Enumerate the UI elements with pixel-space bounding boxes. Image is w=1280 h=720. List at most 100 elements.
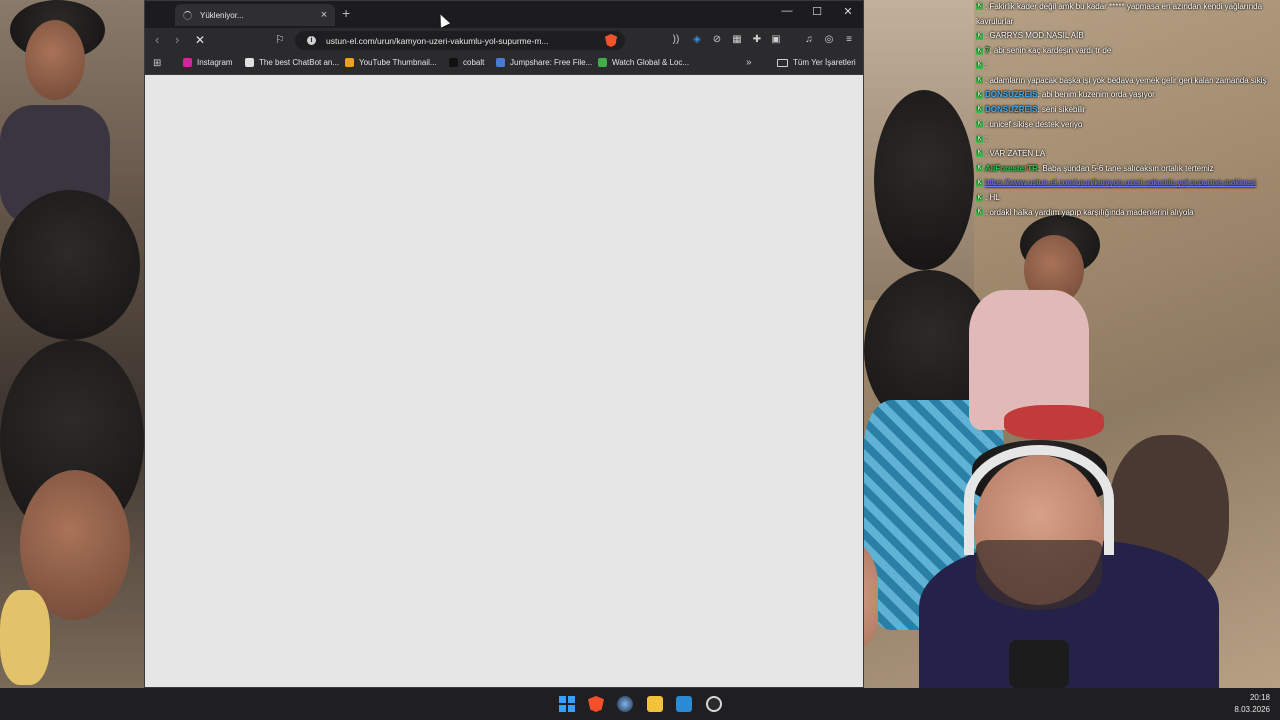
extensions-puzzle-icon[interactable]: ✚ (750, 34, 764, 45)
red-bowl (1004, 405, 1104, 440)
chat-text: : unicef sikişe destek veriyo (985, 119, 1083, 129)
jumpshare-icon (496, 58, 505, 67)
chat-message: K: (976, 132, 1276, 147)
chat-message: K 7: abi senin kaç kardeşin vardı tr de (976, 44, 1276, 59)
chat-message: K: HL (976, 191, 1276, 206)
steam-icon[interactable] (617, 696, 633, 712)
cobalt-icon (449, 58, 458, 67)
kick-badge-icon: K (976, 3, 983, 11)
twitch-tracker-icon (598, 58, 607, 67)
chat-username[interactable]: AliForesterTR (985, 164, 1038, 173)
translate-extension-icon[interactable]: ▦ (730, 34, 744, 45)
apps-grid-icon[interactable]: ⊞ (153, 58, 161, 69)
obs-icon[interactable] (706, 696, 722, 712)
yellow-cloth (0, 590, 50, 685)
chat-text: : (985, 134, 988, 144)
clock-date: 8.03.2026 (1234, 705, 1270, 714)
child-head (874, 90, 974, 270)
kick-badge-icon: K (976, 150, 983, 158)
child-face (25, 20, 85, 100)
chat-username[interactable]: DONSUZREIS (985, 105, 1037, 114)
start-button[interactable] (559, 696, 575, 712)
bookmarks-bar: ⊞ » Tüm Yer İşaretleri Instagram The best… (145, 53, 863, 75)
chat-text: : seni sikebilir (1037, 104, 1086, 114)
chat-message: K: VAR ZATEN LA (976, 147, 1276, 162)
kick-badge-icon: K (976, 106, 983, 114)
chat-text: : abi senin kaç kardeşin vardı tr de (989, 46, 1112, 56)
forward-button[interactable]: › (175, 32, 179, 47)
bookmark-page-icon[interactable]: ⚐ (275, 33, 285, 46)
vpn-extension-icon[interactable]: ◈ (690, 34, 704, 45)
kick-badge-icon: K (976, 165, 983, 173)
bookmark-item[interactable]: cobalt (449, 58, 484, 67)
minimize-button[interactable]: — (772, 5, 802, 17)
chat-message: K DONSUZREIS: seni sikebilir (976, 103, 1276, 118)
title-bar: Yükleniyor... × + — ☐ ✕ (145, 1, 863, 28)
all-bookmarks-button[interactable]: Tüm Yer İşaretleri (777, 58, 856, 67)
chat-message: K: unicef sikişe destek veriyo (976, 118, 1276, 133)
stop-loading-button[interactable]: ✕ (195, 33, 205, 47)
chat-text: : ordaki halka yardım yapıp karşılığında… (985, 207, 1194, 217)
bookmark-label: Jumpshare: Free File... (510, 58, 593, 67)
chat-message: K: Fakirlik kader değil amk bu kadar ***… (976, 0, 1276, 29)
chat-message: Khttps://www.ustun-el.com/urun/kamyon-uz… (976, 176, 1276, 191)
kick-badge-icon: K (976, 76, 983, 84)
screenshot-extension-icon[interactable]: ▣ (769, 34, 783, 45)
loading-spinner-icon (183, 10, 192, 20)
media-controls-icon[interactable]: ♫ (802, 34, 816, 45)
bookmark-label: The best ChatBot an... (259, 58, 340, 67)
kick-badge-icon: K (976, 194, 983, 202)
active-tab[interactable]: Yükleniyor... × (175, 4, 335, 26)
chat-message: K: (976, 59, 1276, 74)
kick-badge-icon: K (976, 135, 983, 143)
chat-username[interactable]: DONSUZREIS (985, 90, 1037, 99)
all-bookmarks-label: Tüm Yer İşaretleri (793, 58, 856, 67)
brave-vpn-icon[interactable]: ◎ (822, 34, 836, 45)
clock-time: 20:18 (1249, 693, 1270, 702)
chat-text: : adamların yapacak başka işi yok bedava… (985, 75, 1267, 85)
url-text: ustun-el.com/urun/kamyon-uzeri-vakumlu-y… (326, 35, 549, 46)
chat-message: K: GARRYS MOD NASIL AİB (976, 29, 1276, 44)
mail-icon[interactable] (676, 696, 692, 712)
back-button[interactable]: ‹ (155, 32, 159, 47)
bookmark-item[interactable]: Instagram (183, 58, 233, 67)
maximize-button[interactable]: ☐ (802, 5, 832, 18)
headset (964, 445, 1114, 555)
file-explorer-icon[interactable] (647, 696, 663, 712)
kick-badge-icon: K (976, 91, 983, 99)
chat-text: : HL (985, 193, 1000, 203)
bookmark-item[interactable]: Watch Global & Loc... (598, 58, 689, 67)
stream-chat: K: Fakirlik kader değil amk bu kadar ***… (976, 0, 1276, 230)
brave-browser-icon[interactable] (588, 696, 604, 712)
chat-text: : abi benim kuzenim orda yaşıyor (1037, 90, 1155, 100)
close-window-button[interactable]: ✕ (833, 5, 863, 18)
chat-text: : VAR ZATEN LA (985, 149, 1046, 159)
bookmark-item[interactable]: The best ChatBot an... (245, 58, 339, 67)
page-content-loading (145, 76, 863, 687)
wifi-extension-icon[interactable]: )) (669, 34, 683, 45)
bookmark-item[interactable]: Jumpshare: Free File... (496, 58, 592, 67)
adblock-extension-icon[interactable]: ⊘ (710, 34, 724, 45)
folder-icon (777, 58, 788, 67)
bookmark-item[interactable]: YouTube Thumbnail... (345, 58, 437, 67)
more-bookmarks-button[interactable]: » (746, 57, 752, 68)
site-info-icon[interactable]: i (307, 36, 316, 45)
chat-message: K AliForesterTR: Baba şundan 5-6 tane sal… (976, 162, 1276, 177)
system-clock[interactable]: 20:18 8.03.2026 (1234, 692, 1270, 716)
navigation-toolbar: ‹ › ✕ ⚐ i ustun-el.com/urun/kamyon-uzeri… (145, 28, 863, 53)
chat-message: K: adamların yapacak başka işi yok bedav… (976, 74, 1276, 89)
taskbar: 20:18 8.03.2026 (0, 688, 1280, 720)
chat-text: : Fakirlik kader değil amk bu kadar ****… (976, 2, 1263, 26)
tab-close-icon[interactable]: × (317, 9, 331, 21)
tab-title: Yükleniyor... (200, 10, 244, 20)
youtube-thumbnail-icon (345, 58, 354, 67)
browser-window: Yükleniyor... × + — ☐ ✕ ‹ › ✕ ⚐ i ustun-… (144, 0, 864, 688)
address-bar[interactable]: i ustun-el.com/urun/kamyon-uzeri-vakumlu… (295, 31, 625, 50)
chat-text: : (985, 60, 988, 70)
kick-badge-icon: K (976, 121, 983, 129)
chat-link[interactable]: https://www.ustun-el.com/urun/kamyon-uze… (985, 178, 1256, 187)
menu-icon[interactable]: ≡ (842, 34, 856, 45)
kick-badge-icon: K (976, 32, 983, 40)
bookmark-label: Instagram (197, 58, 233, 67)
new-tab-button[interactable]: + (342, 5, 350, 21)
